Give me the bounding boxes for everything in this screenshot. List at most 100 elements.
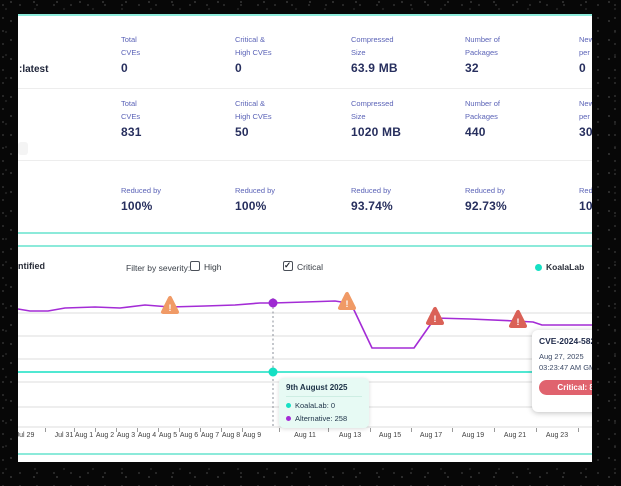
x-axis-label: Aug 13 [339,432,361,439]
x-axis-tick [370,428,371,432]
warning-exclamation: ! [169,303,172,313]
metric-reduced-total: Reduced by 100% [121,184,233,213]
metric-label: Critical &High CVEs [235,97,347,123]
x-axis-label: Aug 9 [243,432,261,439]
x-axis-tick [494,428,495,432]
x-axis-label: Aug 5 [159,432,177,439]
warning-exclamation: ! [346,299,349,309]
series-dot-icon [286,416,291,421]
metric-reduced-packages: Reduced by 92.73% [465,184,577,213]
metric-label: Critical &High CVEs [235,33,347,59]
card-bottom-accent [18,232,592,234]
tooltip-item-label: Alternative: 258 [295,414,347,423]
metric-label: Reduced by [351,184,463,197]
card-top-accent [18,14,592,16]
metric-value: 30 [579,125,592,139]
tooltip-date: 9th August 2025 [286,383,362,397]
chart-tooltip: 9th August 2025 KoalaLab: 0 Alternative:… [279,378,369,428]
metric-value: 93.74% [351,199,463,213]
metric-new-per-month: Newper mo 30 [579,97,592,139]
metric-value: 831 [121,125,233,139]
warning-icon[interactable] [428,309,442,323]
x-axis-label: Aug 6 [180,432,198,439]
metric-packages: Number ofPackages 440 [465,97,577,139]
severity-badge: Critical: 8.5 [539,380,592,395]
dashboard-content: :latest TotalCVEs 0 Critical &High CVEs … [18,14,592,462]
metric-label: Number ofPackages [465,97,577,123]
metric-value: 0 [579,61,592,75]
tooltip-item-label: KoalaLab: 0 [295,401,335,410]
warning-icon[interactable] [511,312,525,326]
x-axis-tick [279,428,280,432]
critical-severity-checkbox[interactable] [283,261,293,271]
cve-id: CVE-2024-58251 [539,336,592,346]
metric-value: 100% [235,199,347,213]
metric-reduced-new: Reduced by 100% [579,184,592,213]
warning-icon[interactable] [163,298,177,312]
chart-card-top-accent [18,245,592,247]
x-axis-label: Aug 7 [201,432,219,439]
metric-label: Newper mo [579,97,592,123]
metric-packages: Number ofPackages 32 [465,33,577,75]
x-axis-label: Aug 1 [75,432,93,439]
metric-new-per-month: Newper mo 0 [579,33,592,75]
x-axis-label: Aug 19 [462,432,484,439]
x-axis-label: Aug 8 [222,432,240,439]
chart-card-bottom-accent [18,453,592,455]
metric-value: 440 [465,125,577,139]
cve-popup: CVE-2024-58251 Aug 27, 2025 03:23:47 AM … [532,330,592,412]
crosshair-dot-icon [269,299,278,308]
row-divider [18,88,592,89]
high-checkbox-label: High [204,262,221,272]
metric-value: 0 [235,61,347,75]
metric-label: TotalCVEs [121,97,233,123]
x-axis-tick [578,428,579,432]
metric-value: 32 [465,61,577,75]
x-axis-label: Aug 21 [504,432,526,439]
metric-label: Reduced by [235,184,347,197]
metric-reduced-critical: Reduced by 100% [235,184,347,213]
warning-exclamation: ! [517,317,520,327]
metric-value: 1020 MB [351,125,463,139]
x-axis-tick [536,428,537,432]
metric-reduced-size: Reduced by 93.74% [351,184,463,213]
critical-checkbox-label: Critical [297,262,323,272]
legend-label: KoalaLab [546,262,584,272]
cve-time: 03:23:47 AM GMT+ [539,363,592,374]
series-dot-icon [286,403,291,408]
metric-compressed-size: CompressedSize 63.9 MB [351,33,463,75]
metric-label: Number ofPackages [465,33,577,59]
x-axis-label: Jul 31 [55,432,74,439]
photo-frame: { "colors": { "accent_teal": "#8ceada", … [0,0,621,486]
metric-label: Newper mo [579,33,592,59]
filter-by-severity-label: Filter by severity: [126,263,190,273]
metric-value: 63.9 MB [351,61,463,75]
x-axis-label: Aug 11 [294,432,316,439]
metric-label: Reduced by [465,184,577,197]
metric-value: 50 [235,125,347,139]
x-axis-label: Aug 15 [379,432,401,439]
warning-exclamation: ! [434,314,437,324]
legend-dot-icon [535,264,542,271]
legend-koalalab[interactable]: KoalaLab [535,262,584,272]
x-axis-label: Aug 23 [546,432,568,439]
metric-label: CompressedSize [351,33,463,59]
x-axis-label: Aug 3 [117,432,135,439]
warning-icon[interactable] [340,294,354,308]
clipped-tag-pill [18,142,28,155]
metric-label: TotalCVEs [121,33,233,59]
metric-total-cves: TotalCVEs 831 [121,97,233,139]
tooltip-item-alternative: Alternative: 258 [286,414,362,423]
row-divider [18,160,592,161]
x-axis-label: Aug 17 [420,432,442,439]
tooltip-item-koalalab: KoalaLab: 0 [286,401,362,410]
metric-total-cves: TotalCVEs 0 [121,33,233,75]
high-severity-checkbox[interactable] [190,261,200,271]
x-axis-tick [452,428,453,432]
metric-label: Reduced by [121,184,233,197]
series-line-alternative [18,301,592,348]
metric-value: 100% [579,199,592,213]
x-axis-tick [45,428,46,432]
x-axis-label: Aug 2 [96,432,114,439]
metric-compressed-size: CompressedSize 1020 MB [351,97,463,139]
